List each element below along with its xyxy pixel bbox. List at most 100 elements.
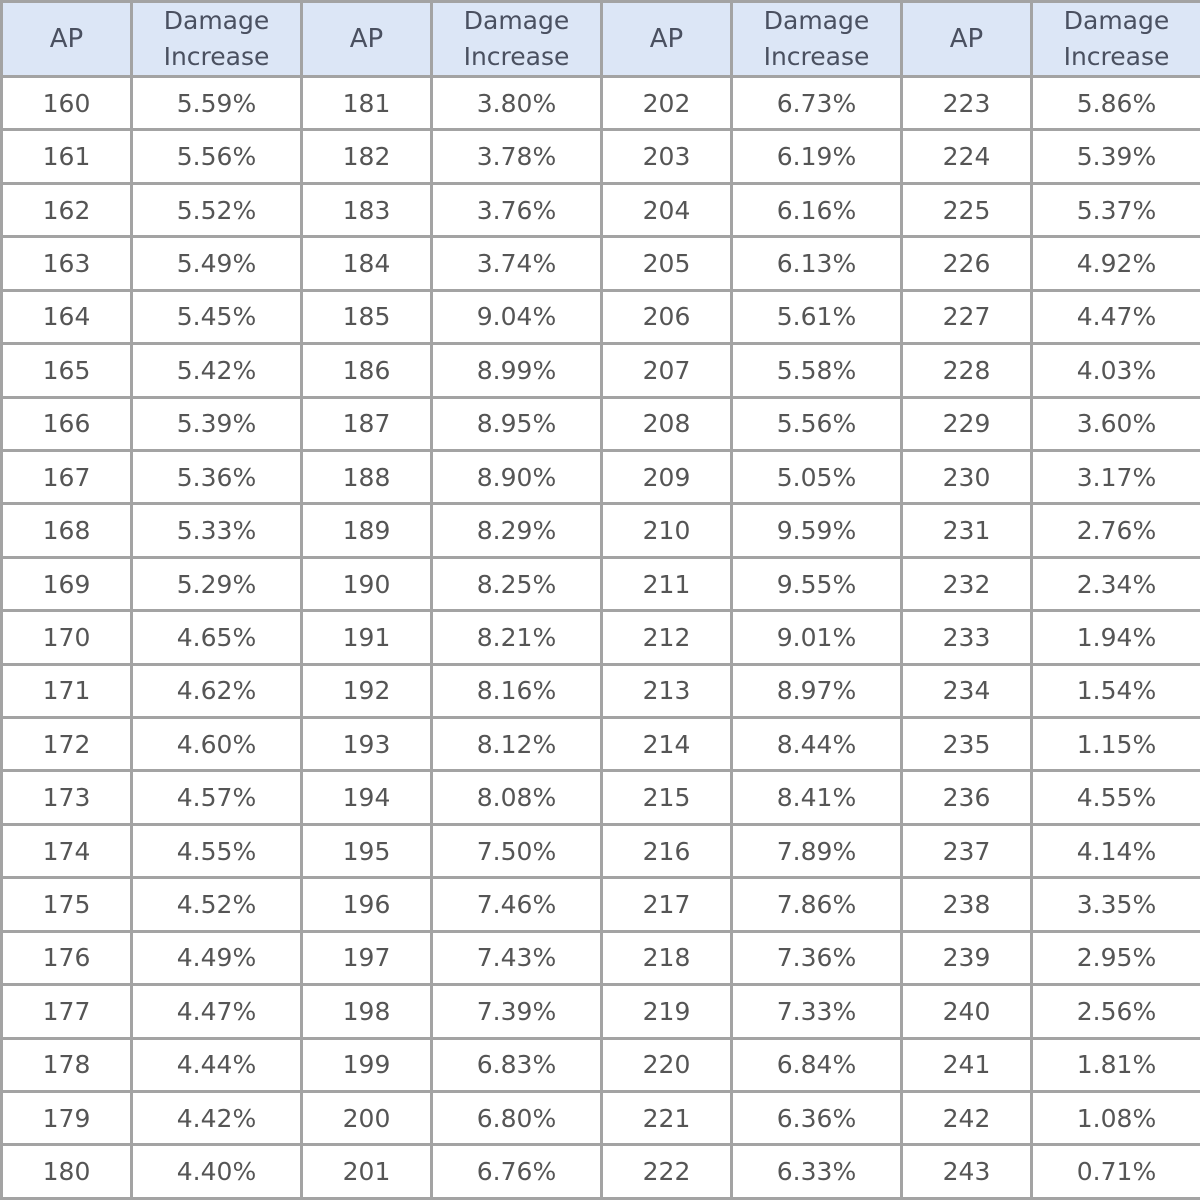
damage-increase-cell: 5.37% xyxy=(1030,181,1200,239)
ap-cell: 230 xyxy=(900,448,1033,506)
header-ap: AP xyxy=(300,0,433,78)
ap-cell: 213 xyxy=(600,662,733,720)
damage-increase-cell: 5.42% xyxy=(130,342,303,399)
table-row: 167 5.36% 188 8.90% 209 5.05% 230 3.17% xyxy=(0,448,1200,506)
damage-increase-cell: 5.39% xyxy=(130,395,303,452)
damage-increase-cell: 7.86% xyxy=(730,876,903,933)
ap-cell: 180 xyxy=(0,1143,133,1200)
damage-increase-cell: 4.47% xyxy=(130,983,303,1040)
damage-increase-cell: 8.99% xyxy=(430,342,603,399)
ap-cell: 194 xyxy=(300,769,433,826)
ap-cell: 190 xyxy=(300,555,433,613)
damage-increase-cell: 9.04% xyxy=(430,288,603,346)
damage-increase-cell: 6.16% xyxy=(730,181,903,239)
table-row: 162 5.52% 183 3.76% 204 6.16% 225 5.37% xyxy=(0,181,1200,239)
header-damage-line1: Damage xyxy=(1063,6,1170,35)
ap-cell: 232 xyxy=(900,555,1033,613)
ap-cell: 242 xyxy=(900,1090,1033,1147)
header-damage-increase: Damage Increase xyxy=(1030,0,1200,78)
damage-increase-cell: 1.15% xyxy=(1030,716,1200,773)
ap-cell: 229 xyxy=(900,395,1033,452)
table-row: 179 4.42% 200 6.80% 221 6.36% 242 1.08% xyxy=(0,1090,1200,1147)
ap-cell: 205 xyxy=(600,235,733,292)
ap-cell: 218 xyxy=(600,929,733,987)
ap-cell: 233 xyxy=(900,609,1033,666)
damage-increase-cell: 6.76% xyxy=(430,1143,603,1200)
ap-cell: 200 xyxy=(300,1090,433,1147)
damage-increase-cell: 4.40% xyxy=(130,1143,303,1200)
damage-increase-cell: 5.61% xyxy=(730,288,903,346)
table-row: 171 4.62% 192 8.16% 213 8.97% 234 1.54% xyxy=(0,662,1200,720)
damage-increase-cell: 4.55% xyxy=(1030,769,1200,826)
damage-increase-cell: 4.52% xyxy=(130,876,303,933)
ap-cell: 231 xyxy=(900,502,1033,559)
header-damage-increase: Damage Increase xyxy=(430,0,603,78)
ap-cell: 224 xyxy=(900,128,1033,185)
header-row: AP Damage Increase AP Damage Increase AP Damage… xyxy=(0,0,1200,78)
table-row: 180 4.40% 201 6.76% 222 6.33% 243 0.71% xyxy=(0,1143,1200,1200)
ap-cell: 228 xyxy=(900,342,1033,399)
damage-increase-cell: 7.46% xyxy=(430,876,603,933)
ap-cell: 203 xyxy=(600,128,733,185)
table-row: 160 5.59% 181 3.80% 202 6.73% 223 5.86% xyxy=(0,74,1200,132)
ap-cell: 199 xyxy=(300,1036,433,1094)
ap-cell: 234 xyxy=(900,662,1033,720)
header-damage-increase: Damage Increase xyxy=(730,0,903,78)
damage-increase-cell: 4.14% xyxy=(1030,822,1200,880)
damage-increase-cell: 8.41% xyxy=(730,769,903,826)
damage-increase-cell: 8.25% xyxy=(430,555,603,613)
damage-increase-cell: 6.80% xyxy=(430,1090,603,1147)
ap-cell: 212 xyxy=(600,609,733,666)
table-row: 173 4.57% 194 8.08% 215 8.41% 236 4.55% xyxy=(0,769,1200,826)
ap-cell: 227 xyxy=(900,288,1033,346)
table-row: 177 4.47% 198 7.39% 219 7.33% 240 2.56% xyxy=(0,983,1200,1040)
ap-cell: 171 xyxy=(0,662,133,720)
ap-cell: 211 xyxy=(600,555,733,613)
ap-cell: 179 xyxy=(0,1090,133,1147)
ap-cell: 160 xyxy=(0,74,133,132)
ap-cell: 237 xyxy=(900,822,1033,880)
ap-cell: 176 xyxy=(0,929,133,987)
ap-cell: 174 xyxy=(0,822,133,880)
ap-cell: 188 xyxy=(300,448,433,506)
ap-cell: 191 xyxy=(300,609,433,666)
damage-increase-cell: 8.44% xyxy=(730,716,903,773)
damage-increase-cell: 8.29% xyxy=(430,502,603,559)
damage-increase-cell: 1.94% xyxy=(1030,609,1200,666)
ap-damage-table: AP Damage Increase AP Damage Increase AP Damage… xyxy=(0,0,1200,1200)
damage-increase-cell: 3.76% xyxy=(430,181,603,239)
ap-cell: 189 xyxy=(300,502,433,559)
ap-cell: 184 xyxy=(300,235,433,292)
damage-increase-cell: 1.81% xyxy=(1030,1036,1200,1094)
header-damage-line2: Increase xyxy=(463,42,570,71)
table-row: 161 5.56% 182 3.78% 203 6.19% 224 5.39% xyxy=(0,128,1200,185)
ap-cell: 162 xyxy=(0,181,133,239)
damage-increase-cell: 7.33% xyxy=(730,983,903,1040)
damage-increase-cell: 8.08% xyxy=(430,769,603,826)
ap-cell: 197 xyxy=(300,929,433,987)
damage-increase-cell: 5.52% xyxy=(130,181,303,239)
damage-increase-cell: 5.49% xyxy=(130,235,303,292)
ap-cell: 186 xyxy=(300,342,433,399)
table-row: 166 5.39% 187 8.95% 208 5.56% 229 3.60% xyxy=(0,395,1200,452)
ap-cell: 165 xyxy=(0,342,133,399)
damage-increase-cell: 5.59% xyxy=(130,74,303,132)
damage-increase-cell: 8.90% xyxy=(430,448,603,506)
damage-increase-cell: 4.92% xyxy=(1030,235,1200,292)
damage-increase-cell: 3.35% xyxy=(1030,876,1200,933)
table-row: 178 4.44% 199 6.83% 220 6.84% 241 1.81% xyxy=(0,1036,1200,1094)
damage-increase-cell: 6.33% xyxy=(730,1143,903,1200)
ap-cell: 175 xyxy=(0,876,133,933)
header-ap: AP xyxy=(600,0,733,78)
ap-cell: 172 xyxy=(0,716,133,773)
ap-cell: 164 xyxy=(0,288,133,346)
damage-increase-cell: 3.74% xyxy=(430,235,603,292)
ap-cell: 243 xyxy=(900,1143,1033,1200)
ap-cell: 217 xyxy=(600,876,733,933)
ap-cell: 187 xyxy=(300,395,433,452)
ap-cell: 169 xyxy=(0,555,133,613)
ap-cell: 210 xyxy=(600,502,733,559)
ap-cell: 196 xyxy=(300,876,433,933)
ap-cell: 177 xyxy=(0,983,133,1040)
ap-cell: 240 xyxy=(900,983,1033,1040)
